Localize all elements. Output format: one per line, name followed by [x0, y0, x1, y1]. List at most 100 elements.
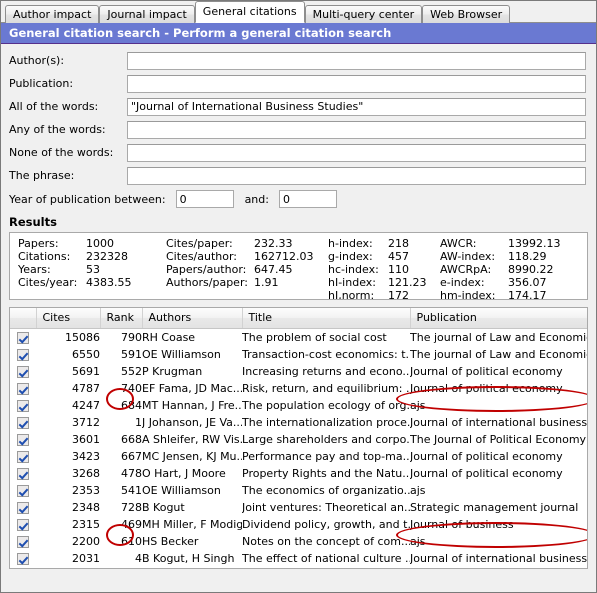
row-select-cell[interactable] — [10, 533, 36, 550]
row-select-cell[interactable] — [10, 482, 36, 499]
none-words-input[interactable] — [127, 143, 586, 162]
table-row[interactable]: 2348 728 B Kogut Joint ventures: Theoretica… — [10, 499, 587, 516]
row-select-cell[interactable] — [10, 397, 36, 414]
row-select-cell[interactable] — [10, 346, 36, 363]
any-words-input[interactable] — [127, 120, 586, 139]
checkbox-checked-icon[interactable] — [17, 535, 29, 548]
authors-input[interactable] — [127, 51, 586, 70]
stat-label: AWCR: — [440, 237, 477, 250]
column-header-select[interactable] — [10, 308, 37, 329]
row-select-cell[interactable] — [10, 567, 36, 569]
cell-publication: The journal of Law and Economics — [410, 347, 588, 361]
checkbox-checked-icon[interactable] — [17, 501, 29, 514]
year-to-input[interactable] — [278, 190, 337, 208]
cell-title: Transaction-cost economics: t... — [242, 347, 410, 361]
checkbox-checked-icon[interactable] — [17, 552, 29, 565]
table-row[interactable]: 3268 478 O Hart, J Moore Property Rights an… — [10, 465, 587, 482]
cell-title: Notes on the concept of com... — [242, 534, 410, 548]
table-row[interactable]: 2315 469MH Miller, F Modig...Dividend pol… — [10, 516, 587, 533]
row-select-cell[interactable] — [10, 363, 36, 380]
checkbox-checked-icon[interactable] — [17, 382, 29, 395]
column-header-authors[interactable]: Authors — [142, 308, 243, 329]
cell-title: The economics of organizatio... — [242, 483, 410, 497]
cell-cites: 2315 — [72, 517, 100, 531]
cell-title: Performance pay and top-ma... — [242, 449, 410, 463]
checkbox-checked-icon[interactable] — [17, 518, 29, 531]
checkbox-checked-icon[interactable] — [17, 331, 29, 344]
table-row[interactable]: 5691 552 P Krugman Increasing returns and e… — [10, 363, 587, 380]
all-words-input[interactable] — [127, 97, 586, 116]
row-select-cell[interactable] — [10, 465, 36, 482]
column-header-title[interactable]: Title — [242, 308, 411, 329]
tab-web-browser[interactable]: Web Browser — [422, 5, 511, 23]
cell-title: Risk, return, and equilibrium: ... — [242, 381, 410, 395]
results-table-container[interactable]: Cites Rank Authors Title Publication 150… — [9, 307, 588, 569]
panel-title: General citation search - Perform a gene… — [1, 23, 596, 44]
cell-publication: Journal of international business st... — [410, 415, 588, 429]
column-header-rank[interactable]: Rank — [100, 308, 143, 329]
table-row[interactable]: 6550 591 OE Williamson Transaction-cost eco… — [10, 346, 588, 363]
tab-general-citations[interactable]: General citations — [194, 1, 305, 23]
cell-authors: MT Hannan, J Fre... — [142, 398, 242, 412]
checkbox-checked-icon[interactable] — [17, 348, 29, 361]
row-select-cell[interactable] — [10, 550, 36, 567]
tab-author-impact[interactable]: Author impact — [5, 5, 100, 23]
column-header-publication[interactable]: Publication — [410, 308, 587, 329]
cell-cites: 3601 — [72, 432, 100, 446]
cell-cites: 2031 — [72, 551, 100, 565]
row-select-cell[interactable] — [10, 516, 36, 533]
phrase-input[interactable] — [127, 166, 586, 185]
checkbox-checked-icon[interactable] — [17, 399, 29, 412]
row-select-cell[interactable] — [10, 380, 36, 397]
publication-input[interactable] — [127, 74, 586, 93]
row-select-cell[interactable] — [10, 448, 36, 465]
publication-label: Publication: — [9, 77, 74, 90]
column-header-cites[interactable]: Cites — [36, 308, 101, 329]
checkbox-checked-icon[interactable] — [17, 450, 29, 463]
tab-multi-query-center[interactable]: Multi-query center — [304, 5, 423, 23]
stat-label: Cites/year: — [18, 276, 78, 289]
table-row[interactable]: 1970767JL ZaichkowskyMeasuring the invol… — [10, 567, 587, 569]
row-select-cell[interactable] — [10, 414, 36, 431]
table-row[interactable]: 4787 740 EF Fama, JD Mac... Risk, return, a… — [10, 380, 587, 397]
cell-cites: 3423 — [72, 449, 100, 463]
stat-value: 4383.55 — [86, 276, 132, 289]
stats-col1-names: Papers: Citations: Years: Cites/year: — [18, 237, 86, 299]
stat-value: 172 — [388, 289, 409, 300]
table-row[interactable]: 2031 4 B Kogut, H Singh The effect of natio… — [10, 550, 587, 567]
checkbox-checked-icon[interactable] — [17, 433, 29, 446]
row-select-cell[interactable] — [10, 499, 36, 516]
cell-rank: 728 — [121, 500, 142, 514]
checkbox-checked-icon[interactable] — [17, 365, 29, 378]
cell-authors: B Kogut — [142, 500, 185, 514]
table-row[interactable]: 3423 667 MC Jensen, KJ Mu... Performance pa… — [10, 448, 587, 465]
year-range-label: Year of publication between: — [9, 192, 166, 206]
stat-value: 13992.13 — [508, 237, 561, 250]
cell-rank: 478 — [121, 466, 142, 480]
year-and-label: and: — [244, 192, 269, 206]
table-row[interactable]: 4247 684 MT Hannan, J Fre... The population… — [10, 397, 587, 414]
table-row[interactable]: 3712 1 J Johanson, JE Va... The internation… — [10, 414, 588, 431]
stats-col3-names: h-index: g-index: hc-index: hI-index: hI… — [328, 237, 388, 299]
form-row-authors: Author(s): — [9, 50, 590, 71]
row-select-cell[interactable] — [10, 328, 36, 346]
checkbox-checked-icon[interactable] — [17, 484, 29, 497]
cell-publication: Journal of business — [410, 517, 514, 531]
year-from-input[interactable] — [175, 190, 234, 208]
tab-journal-impact[interactable]: Journal impact — [99, 5, 195, 23]
cell-title: Property Rights and the Natu... — [242, 466, 410, 480]
cell-rank: 1 — [135, 415, 142, 429]
row-select-cell[interactable] — [10, 431, 36, 448]
stat-value: 121.23 — [388, 276, 427, 289]
table-row[interactable]: 2353 541 OE Williamson The economics of org… — [10, 482, 587, 499]
checkbox-checked-icon[interactable] — [17, 467, 29, 480]
tab-label: Multi-query center — [312, 8, 415, 21]
table-row[interactable]: 2200 610 HS Becker Notes on the concept of … — [10, 533, 587, 550]
cell-title: Large shareholders and corpo... — [242, 432, 410, 446]
table-row[interactable]: 3601 668 A Shleifer, RW Vis... Large shareh… — [10, 431, 587, 448]
stats-column-1: Papers: Citations: Years: Cites/year: 10… — [18, 237, 166, 299]
stat-value: 53 — [86, 263, 100, 276]
checkbox-checked-icon[interactable] — [17, 416, 29, 429]
stat-label: AWCRpA: — [440, 263, 492, 276]
table-row[interactable]: 15086 790 RH Coase The problem of social co… — [10, 328, 587, 346]
